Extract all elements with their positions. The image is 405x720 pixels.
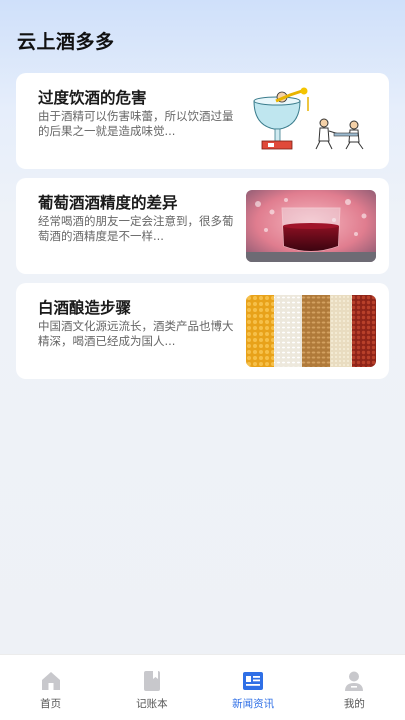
article-image [246, 295, 376, 367]
tab-ledger[interactable]: 记账本 [101, 655, 202, 720]
article-image [246, 85, 376, 157]
article-description: 经常喝酒的朋友一定会注意到，很多葡萄酒的酒精度是不一样... [38, 214, 234, 243]
bottom-tab-bar: 首页 记账本 新闻资讯 我的 [0, 654, 405, 720]
article-card[interactable]: 白酒酿造步骤 中国酒文化源远流长，酒类产品也博大精深，喝酒已经成为国人... [16, 283, 389, 379]
article-card[interactable]: 葡萄酒酒精度的差异 经常喝酒的朋友一定会注意到，很多葡萄酒的酒精度是不一样... [16, 178, 389, 274]
tab-profile[interactable]: 我的 [304, 655, 405, 720]
tab-label: 记账本 [136, 698, 168, 710]
article-title: 葡萄酒酒精度的差异 [38, 194, 178, 212]
article-description: 由于酒精可以伤害味蕾，所以饮酒过量的后果之一就是造成味觉... [38, 109, 234, 138]
tab-news[interactable]: 新闻资讯 [203, 655, 304, 720]
tab-label: 首页 [40, 698, 62, 710]
article-title: 白酒酿造步骤 [38, 299, 132, 317]
tab-home[interactable]: 首页 [0, 655, 101, 720]
user-icon [345, 671, 364, 691]
cartoon-drinking-illustration [246, 85, 376, 157]
article-description: 中国酒文化源远流长，酒类产品也博大精深，喝酒已经成为国人... [38, 319, 234, 348]
article-title: 过度饮酒的危害 [38, 89, 147, 107]
grains-photo [246, 295, 376, 367]
tab-label: 新闻资讯 [232, 698, 275, 710]
article-card[interactable]: 过度饮酒的危害 由于酒精可以伤害味蕾，所以饮酒过量的后果之一就是造成味觉... [16, 73, 389, 169]
article-image [246, 190, 376, 262]
app-title: 云上酒多多 [17, 31, 115, 53]
tab-label: 我的 [343, 698, 365, 710]
home-icon [41, 672, 60, 690]
red-wine-glass-photo [246, 190, 376, 262]
book-icon [143, 671, 160, 691]
news-icon [243, 672, 264, 690]
